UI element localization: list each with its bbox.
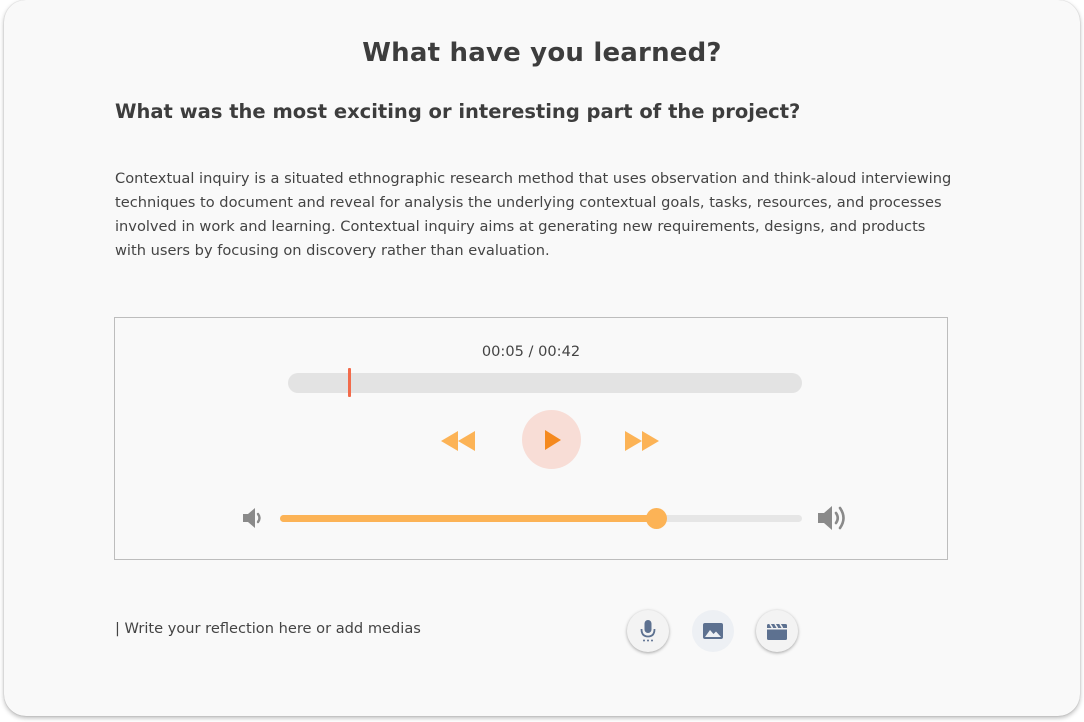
rewind-button[interactable]	[438, 426, 478, 456]
max-volume-button[interactable]	[815, 501, 853, 535]
volume-knob[interactable]	[646, 508, 667, 529]
movie-clapper-icon	[767, 623, 787, 640]
fast-forward-button[interactable]	[622, 426, 662, 456]
page-title: What have you learned?	[362, 38, 722, 68]
reflection-input[interactable]: | Write your reflection here or add medi…	[115, 620, 421, 637]
reflection-card: What have you learned? What was the most…	[4, 0, 1080, 716]
record-audio-button[interactable]	[627, 610, 669, 652]
rewind-icon	[441, 431, 475, 451]
microphone-icon	[640, 620, 656, 642]
description-text: Contextual inquiry is a situated ethnogr…	[115, 170, 952, 259]
play-icon	[544, 429, 561, 450]
play-button[interactable]	[522, 410, 581, 469]
add-image-button[interactable]	[692, 610, 734, 652]
volume-slider[interactable]	[280, 508, 802, 529]
audio-player: 00:05 / 00:42	[114, 317, 948, 560]
playhead[interactable]	[348, 368, 351, 397]
volume-fill	[280, 515, 656, 522]
time-display: 00:05 / 00:42	[481, 343, 581, 360]
volume-low-icon	[243, 508, 261, 528]
image-icon	[703, 623, 723, 639]
progress-track[interactable]	[288, 368, 802, 397]
fast-forward-icon	[625, 431, 659, 451]
volume-high-icon	[818, 506, 845, 530]
add-video-button[interactable]	[756, 610, 798, 652]
question-heading: What was the most exciting or interestin…	[115, 100, 801, 123]
mute-button[interactable]	[239, 503, 269, 533]
